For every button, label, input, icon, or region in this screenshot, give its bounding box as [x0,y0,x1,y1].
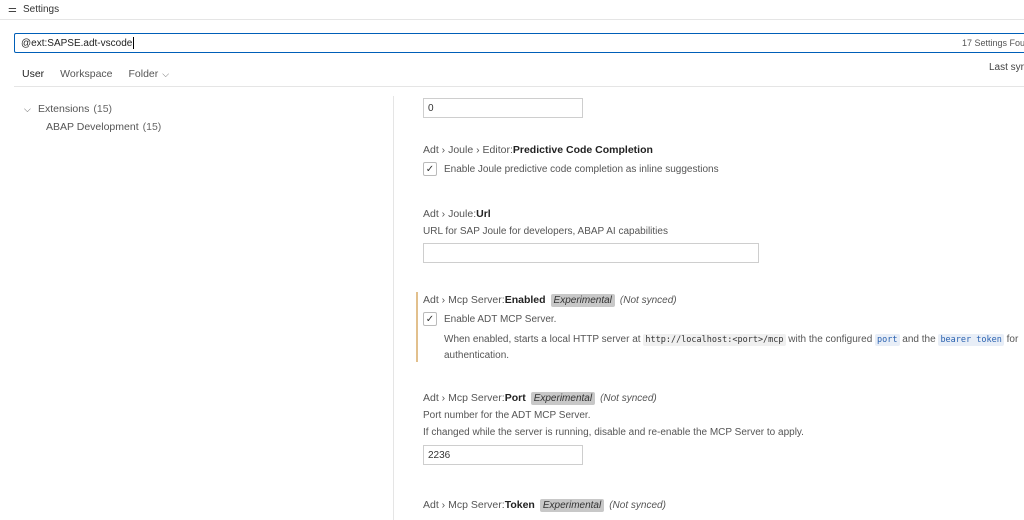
tab-folder-label: Folder [128,68,159,80]
port-setting-link[interactable]: port [875,334,900,346]
setting-name: Predictive Code Completion [512,144,653,156]
setting-description: URL for SAP Joule for developers, ABAP A… [423,226,668,237]
setting-category: Adt › Mcp Server: [423,294,505,306]
desc-text: and the [899,334,939,345]
not-synced-label: (Not synced) [600,392,657,404]
tab-user[interactable]: User [14,60,53,87]
bearer-token-setting-link[interactable]: bearer token [938,334,1004,346]
number-input[interactable]: 0 [423,98,583,118]
tab-workspace[interactable]: Workspace [52,60,120,86]
settings-sliders-icon: ⚌ [8,4,17,15]
experimental-tag: Experimental [539,498,605,512]
setting-mcp-server-token: Adt › Mcp Server: Token Experimental (No… [400,497,1024,520]
tab-folder[interactable]: Folder ⌵ [121,60,178,86]
settings-scope-tabs: User Workspace Folder ⌵ [14,60,1024,87]
search-value: @ext:SAPSE.adt-vscode [21,37,133,49]
setting-title: Adt › Mcp Server: Token Experimental (No… [423,497,1024,513]
setting-title: Adt › Mcp Server: Enabled Experimental (… [423,292,1024,308]
setting-description: When enabled, starts a local HTTP server… [423,332,1023,363]
toc-count: (15) [93,103,113,115]
last-synced-label: Last syr [988,62,1024,73]
port-input[interactable]: 2236 [423,445,583,465]
desc-text: When enabled, starts a local HTTP server… [444,334,644,345]
setting-category: Adt › Mcp Server: [423,392,505,404]
not-synced-label: (Not synced) [609,499,666,511]
setting-category: Adt › Joule: [423,208,477,220]
experimental-tag: Experimental [550,293,615,307]
setting-title: Adt › Joule › Editor: Predictive Code Co… [423,142,1024,158]
setting-previous: 0 [400,98,1024,118]
setting-description: Port number for the ADT MCP Server. [423,410,591,421]
inline-code: http://localhost:<port>/mcp [643,334,786,346]
toc-count: (15) [142,121,162,133]
url-input[interactable] [423,243,759,263]
checkbox-row: ✓ Enable ADT MCP Server. [423,312,1024,326]
toc-label: Extensions [38,103,90,115]
settings-toc: ⌵ Extensions (15) ABAP Development (15) [24,100,384,136]
setting-title: Adt › Joule: Url [423,206,1024,222]
editor-title: Settings [22,4,60,15]
setting-name: Token [504,499,535,511]
setting-mcp-server-port: Adt › Mcp Server: Port Experimental (Not… [400,390,1024,465]
settings-search-input[interactable]: @ext:SAPSE.adt-vscode 17 Settings Fou [14,33,1024,53]
title-bar: ⚌ Settings [0,0,1024,20]
setting-title: Adt › Mcp Server: Port Experimental (Not… [423,390,1024,406]
toc-item-abap-development[interactable]: ABAP Development (15) [24,118,384,136]
checkbox[interactable]: ✓ [423,162,437,176]
checkbox[interactable]: ✓ [423,312,437,326]
experimental-tag: Experimental [530,391,596,405]
checkbox-label: Enable Joule predictive code completion … [444,163,719,175]
not-synced-label: (Not synced) [619,294,677,306]
setting-name: Url [476,208,491,220]
setting-description-2: If changed while the server is running, … [423,427,804,438]
toc-label: ABAP Development [46,121,139,133]
setting-name: Enabled [504,294,546,306]
desc-text: with the configured [785,334,876,345]
chevron-down-icon: ⌵ [24,103,31,114]
divider [14,86,1024,87]
checkbox-row: ✓ Enable Joule predictive code completio… [423,162,1024,176]
text-caret [133,37,135,49]
setting-category: Adt › Mcp Server: [423,499,505,511]
settings-list: 0 Adt › Joule › Editor: Predictive Code … [400,96,1024,520]
sash[interactable] [393,96,394,520]
chevron-down-icon: ⌵ [162,69,170,79]
setting-name: Port [504,392,526,404]
setting-joule-url: Adt › Joule: Url URL for SAP Joule for d… [400,206,1024,263]
toc-item-extensions[interactable]: ⌵ Extensions (15) [24,100,384,118]
settings-found-count: 17 Settings Fou [961,38,1024,48]
setting-mcp-server-enabled: Adt › Mcp Server: Enabled Experimental (… [400,292,1024,362]
checkbox-label: Enable ADT MCP Server. [444,313,557,325]
setting-category: Adt › Joule › Editor: [423,144,513,156]
setting-predictive-code-completion: Adt › Joule › Editor: Predictive Code Co… [400,142,1024,176]
